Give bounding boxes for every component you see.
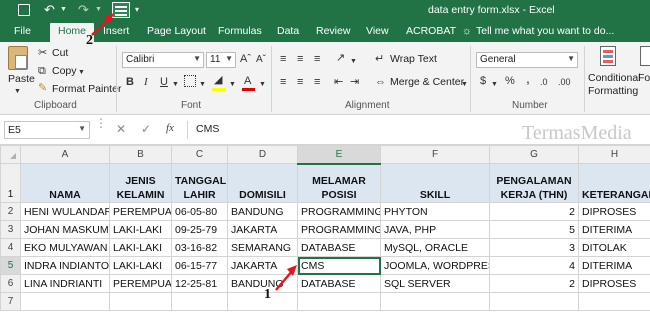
annotation-label-1: 1 bbox=[264, 287, 271, 302]
annotation-label-2: 2 bbox=[86, 33, 93, 48]
annotation-arrows bbox=[91, 13, 297, 291]
